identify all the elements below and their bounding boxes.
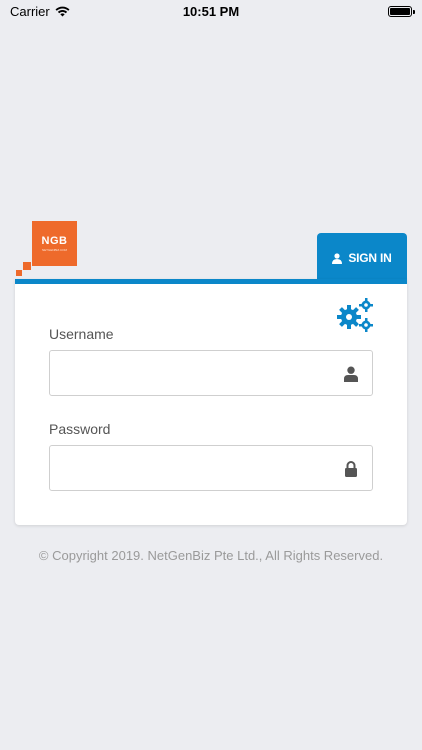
login-card: Username Password bbox=[15, 279, 407, 525]
sign-in-label: SIGN IN bbox=[348, 251, 392, 265]
gears-icon[interactable] bbox=[336, 297, 374, 333]
lock-icon bbox=[345, 461, 357, 477]
logo-text: NGB bbox=[41, 234, 68, 247]
password-input[interactable] bbox=[50, 446, 372, 490]
battery-icon bbox=[388, 5, 415, 17]
status-bar: Carrier 10:51 PM bbox=[0, 0, 422, 22]
username-input[interactable] bbox=[50, 351, 372, 395]
copyright-text: © Copyright 2019. NetGenBiz Pte Ltd., Al… bbox=[38, 548, 384, 563]
username-label: Username bbox=[49, 326, 114, 342]
password-label: Password bbox=[49, 421, 111, 437]
user-icon bbox=[332, 252, 343, 264]
login-screen: Carrier 10:51 PM NGB NETGENBIZ.COM SIGN … bbox=[0, 0, 422, 750]
user-icon bbox=[344, 366, 358, 382]
wifi-icon bbox=[55, 6, 70, 16]
status-left: Carrier bbox=[10, 4, 70, 19]
logo-subtext: NETGENBIZ.COM bbox=[41, 247, 67, 252]
logo-square-accent bbox=[23, 262, 31, 270]
username-field-wrapper bbox=[49, 350, 373, 396]
carrier-label: Carrier bbox=[10, 3, 50, 19]
status-time: 10:51 PM bbox=[182, 3, 240, 19]
ngb-logo: NGB NETGENBIZ.COM bbox=[32, 221, 77, 266]
password-field-wrapper bbox=[49, 445, 373, 491]
sign-in-tab[interactable]: SIGN IN bbox=[317, 233, 407, 283]
logo-square-accent-small bbox=[16, 270, 22, 276]
